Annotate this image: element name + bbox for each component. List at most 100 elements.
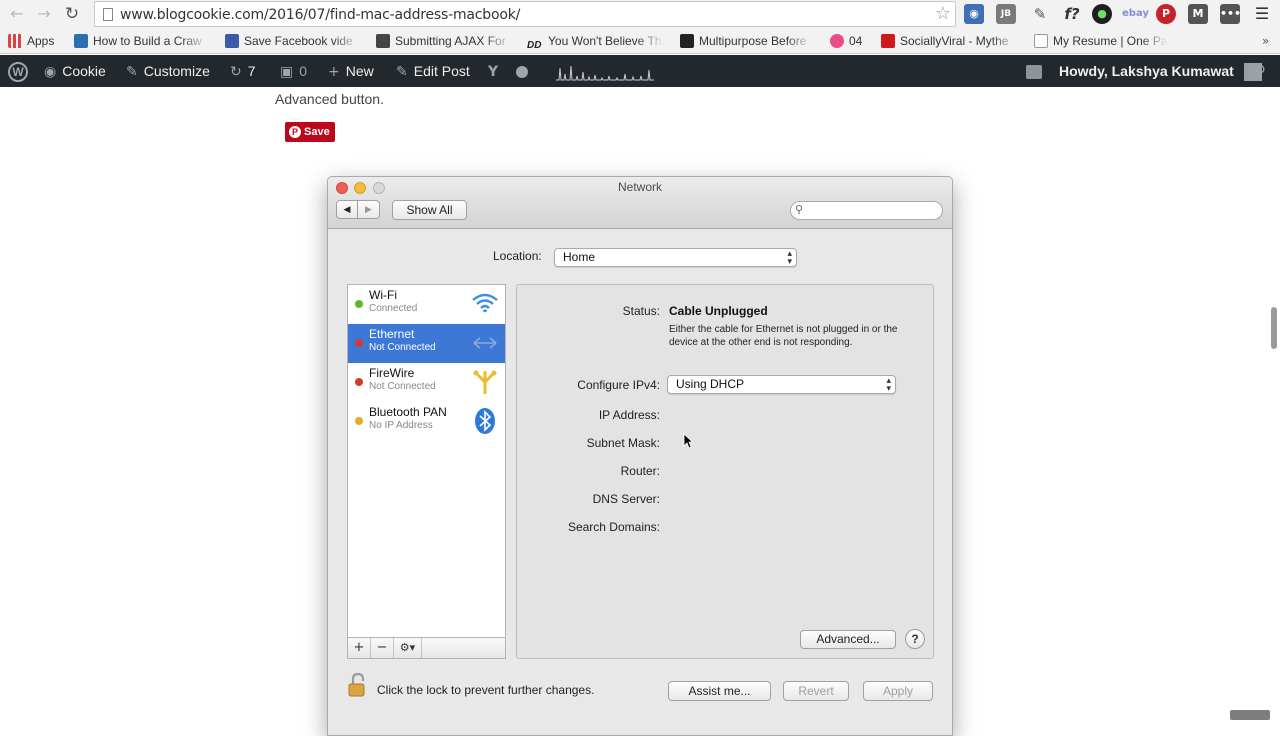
font-icon[interactable]: f? <box>1062 4 1082 24</box>
wifi-icon <box>472 293 498 313</box>
window-titlebar: Network ◀ ▶ Show All ⚲ <box>328 177 952 229</box>
subnet-mask-label: Subnet Mask: <box>586 436 660 450</box>
bookmark-star-icon[interactable]: ☆ <box>935 3 951 24</box>
browser-toolbar: ← → ↻ www.blogcookie.com/2016/07/find-ma… <box>0 0 1280 28</box>
plus-icon: + <box>328 64 340 80</box>
services-toolbar: + − ⚙▾ <box>347 637 506 659</box>
service-item-wifi[interactable]: Wi-Fi Connected <box>348 285 505 324</box>
back-arrow-button[interactable]: ◀ <box>336 200 358 219</box>
thumb-icon <box>376 34 390 48</box>
advanced-button[interactable]: Advanced... <box>800 630 896 649</box>
updates-icon: ↻ <box>230 64 242 80</box>
pinterest-icon[interactable]: P <box>1156 4 1176 24</box>
service-item-bluetooth[interactable]: Bluetooth PAN No IP Address <box>348 402 505 441</box>
ethernet-icon <box>473 337 497 349</box>
wp-admin-bar: W ◉ Cookie ✎ Customize ↻ 7 ▣ 0 + New ✎ Edit Po… <box>0 55 1280 87</box>
comment-icon: ▣ <box>280 64 294 80</box>
add-service-button[interactable]: + <box>348 638 371 658</box>
jb-icon[interactable]: JB <box>996 4 1016 24</box>
site-name-link[interactable]: ◉ Cookie <box>44 55 106 87</box>
apply-button[interactable]: Apply <box>863 681 933 701</box>
notifications-icon[interactable] <box>1026 55 1042 87</box>
howdy-user[interactable]: Howdy, Lakshya Kumawat <box>1059 55 1262 87</box>
bookmark-item[interactable]: SociallyViral - Mythe <box>881 32 1018 50</box>
wordpress-icon[interactable]: W <box>8 55 28 87</box>
circle-icon[interactable]: ● <box>1092 4 1112 24</box>
customize-link[interactable]: ✎ Customize <box>126 55 210 87</box>
assist-me-button[interactable]: Assist me... <box>668 681 771 701</box>
status-value: Cable Unplugged <box>669 304 768 318</box>
bluetooth-icon <box>475 408 495 434</box>
bookmark-item[interactable]: Submitting AJAX For <box>376 32 512 50</box>
network-preferences-window: Network ◀ ▶ Show All ⚲ Location: Home ▴ ▾… <box>327 176 953 736</box>
medium-icon[interactable]: M <box>1188 4 1208 24</box>
bookmark-item[interactable]: DD You Won't Believe Th <box>527 32 664 50</box>
status-dot <box>355 417 363 425</box>
stats-sparkline-icon[interactable] <box>556 61 656 81</box>
network-services-list: Wi-Fi Connected Ethernet Not Connected F… <box>347 284 506 638</box>
search-icon[interactable]: ⚲ <box>1255 55 1272 87</box>
service-item-ethernet[interactable]: Ethernet Not Connected <box>348 324 505 363</box>
pinterest-save-button[interactable]: P Save <box>285 122 335 142</box>
status-dot <box>355 339 363 347</box>
page-icon <box>103 8 113 21</box>
bookmarks-bar: Apps How to Build a Craw Save Facebook v… <box>0 28 1280 54</box>
apps-grid-icon <box>8 34 22 48</box>
eyedropper-icon[interactable]: ✎ <box>1030 4 1050 24</box>
preferences-search-input[interactable]: ⚲ <box>790 201 943 220</box>
dribbble-icon <box>830 34 844 48</box>
arrow-icon <box>680 34 694 48</box>
page-icon <box>1034 34 1048 48</box>
chevron-updown-icon: ▴ ▾ <box>787 249 792 267</box>
service-detail-panel: Status: Cable Unplugged Either the cable… <box>516 284 934 659</box>
revert-button[interactable]: Revert <box>783 681 849 701</box>
mouse-cursor-icon <box>683 433 693 449</box>
chevron-updown-icon: ▴ ▾ <box>886 376 891 394</box>
bookmark-item[interactable]: Multipurpose Before <box>680 32 813 50</box>
help-icon[interactable]: ? <box>905 629 925 649</box>
status-dot-icon[interactable] <box>516 55 528 87</box>
gear-icon[interactable]: ⚙▾ <box>394 638 422 658</box>
location-select[interactable]: Home ▴ ▾ <box>554 248 797 267</box>
new-content-link[interactable]: + New <box>328 55 374 87</box>
more-icon[interactable]: ••• <box>1220 4 1241 24</box>
bookmark-apps[interactable]: Apps <box>8 32 63 50</box>
bookmark-item[interactable]: My Resume | One Pa <box>1034 32 1168 50</box>
show-all-button[interactable]: Show All <box>392 200 467 220</box>
address-url[interactable]: www.blogcookie.com/2016/07/find-mac-addr… <box>120 7 520 23</box>
menu-icon[interactable]: ☰ <box>1252 4 1272 24</box>
dashboard-icon: ◉ <box>44 64 57 80</box>
edit-post-link[interactable]: ✎ Edit Post <box>396 55 470 87</box>
gitlab-icon[interactable]: ◉ <box>964 4 984 24</box>
reload-icon[interactable]: ↻ <box>62 4 82 24</box>
dd-icon: DD <box>527 40 542 50</box>
forward-button[interactable]: → <box>34 4 54 24</box>
service-item-firewire[interactable]: FireWire Not Connected <box>348 363 505 402</box>
status-dot <box>355 300 363 308</box>
check-icon <box>225 34 239 48</box>
ip-address-label: IP Address: <box>598 408 660 422</box>
lock-icon[interactable] <box>347 673 369 697</box>
firewire-icon <box>473 370 497 394</box>
comments-link[interactable]: ▣ 0 <box>280 55 307 87</box>
brush-icon: ✎ <box>126 64 138 80</box>
article-text: Advanced button. <box>275 91 384 107</box>
bookmark-item[interactable]: Save Facebook vide <box>225 32 360 50</box>
back-button[interactable]: ← <box>7 4 27 24</box>
forward-arrow-button[interactable]: ▶ <box>358 200 380 219</box>
page-scrollbar-thumb[interactable] <box>1271 307 1277 349</box>
yoast-icon[interactable]: Y <box>488 55 504 87</box>
bookmark-item[interactable]: How to Build a Craw <box>74 32 208 50</box>
ebay-icon[interactable]: ebay <box>1122 4 1149 24</box>
scroll-to-top-button[interactable] <box>1230 710 1270 720</box>
updates-link[interactable]: ↻ 7 <box>230 55 256 87</box>
address-bar[interactable]: www.blogcookie.com/2016/07/find-mac-addr… <box>94 1 956 27</box>
bookmark-item[interactable]: 04 <box>830 32 870 50</box>
configure-ipv4-select[interactable]: Using DHCP ▴ ▾ <box>667 375 896 394</box>
router-label: Router: <box>620 464 660 478</box>
remove-service-button[interactable]: − <box>371 638 394 658</box>
more-bookmarks-icon[interactable]: » <box>1262 32 1276 50</box>
configure-ipv4-label: Configure IPv4: <box>577 378 660 392</box>
pinterest-icon: P <box>289 126 301 138</box>
status-label: Status: <box>622 304 660 318</box>
